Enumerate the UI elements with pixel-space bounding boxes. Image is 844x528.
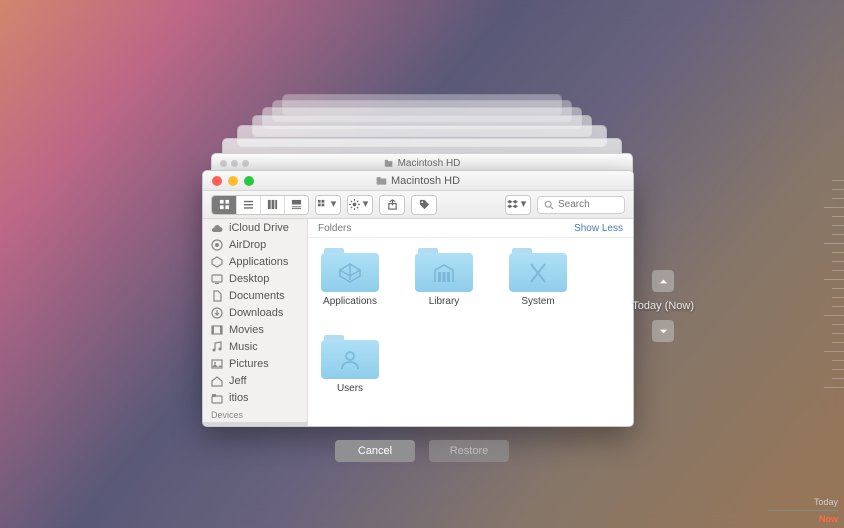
background-window-title: Macintosh HD: [398, 158, 461, 169]
view-icon-button[interactable]: [212, 196, 236, 214]
sidebar-item-label: AirDrop: [229, 239, 266, 251]
sidebar-item[interactable]: Downloads: [203, 304, 307, 321]
desktop-icon: [211, 273, 223, 285]
timeline-corner: Today Now: [768, 497, 838, 524]
folder-label: Library: [429, 296, 460, 307]
timeline-label: Today (Now): [632, 300, 694, 312]
sidebar-item-label: Applications: [229, 256, 288, 268]
sidebar-device-item[interactable]: Macintosh HD: [203, 422, 307, 426]
home-icon: [211, 375, 223, 387]
sidebar-item-label: Documents: [229, 290, 285, 302]
search-input[interactable]: [558, 199, 618, 210]
view-mode-segment: [211, 195, 309, 215]
pictures-icon: [211, 358, 223, 370]
view-coverflow-button[interactable]: [284, 196, 308, 214]
doc-icon: [211, 290, 223, 302]
sidebar-item-label: Pictures: [229, 358, 269, 370]
close-button[interactable]: [212, 176, 222, 186]
sidebar-item-label: Jeff: [229, 375, 247, 387]
view-list-button[interactable]: [236, 196, 260, 214]
cancel-button[interactable]: Cancel: [335, 440, 415, 462]
apps-icon: [211, 256, 223, 268]
folder-label: Applications: [323, 296, 377, 307]
folder-icon: [211, 392, 223, 404]
tag-icon: [419, 199, 430, 210]
action-segment: ▾: [347, 195, 373, 215]
restore-button: Restore: [429, 440, 509, 462]
tags-segment: [411, 195, 437, 215]
folder-label: Users: [337, 383, 363, 394]
download-icon: [211, 307, 223, 319]
hdd-icon: [211, 425, 223, 427]
sidebar-item-label: Downloads: [229, 307, 283, 319]
share-button[interactable]: [380, 196, 404, 214]
dropbox-icon: [507, 199, 518, 210]
sidebar-item-label: Movies: [229, 324, 264, 336]
finder-window: Macintosh HD ▾ ▾ ▾: [202, 170, 634, 427]
share-icon: [387, 199, 398, 210]
minimize-button[interactable]: [228, 176, 238, 186]
sidebar-devices-header: Devices: [203, 406, 307, 422]
sidebar-item[interactable]: Applications: [203, 253, 307, 270]
dropbox-segment: ▾: [505, 195, 531, 215]
sidebar-item[interactable]: Jeff: [203, 372, 307, 389]
search-icon: [544, 200, 554, 210]
show-less-link[interactable]: Show Less: [574, 223, 623, 234]
toolbar: ▾ ▾ ▾: [203, 191, 633, 219]
folder-icon: [321, 248, 379, 292]
airdrop-icon: [211, 239, 223, 251]
sidebar-item-label: iCloud Drive: [229, 222, 289, 234]
sidebar-item[interactable]: Pictures: [203, 355, 307, 372]
timeline-today-label: Today: [768, 497, 838, 507]
folder-item[interactable]: System: [506, 248, 570, 307]
tags-button[interactable]: [412, 196, 436, 214]
folder-icon: [376, 175, 387, 186]
timeline-now-label: Now: [768, 514, 838, 524]
timeline-up-button[interactable]: [652, 270, 674, 292]
sidebar-item[interactable]: Documents: [203, 287, 307, 304]
action-button[interactable]: ▾: [348, 196, 372, 214]
timeline-controls: Today (Now): [632, 270, 694, 342]
cloud-icon: [211, 222, 223, 234]
dropbox-button[interactable]: ▾: [506, 196, 530, 214]
movie-icon: [211, 324, 223, 336]
sidebar-item-label: Music: [229, 341, 258, 353]
timeline-ruler: [818, 180, 844, 388]
folder-icon: [509, 248, 567, 292]
folder-grid: Applications Library System Users: [308, 238, 633, 404]
sidebar: iCloud Drive AirDrop Applications Desktop Do…: [203, 219, 308, 426]
content-area: Folders Show Less Applications Library Sys…: [308, 219, 633, 426]
time-machine-footer: Cancel Restore: [335, 440, 509, 462]
folder-icon: [415, 248, 473, 292]
sidebar-item[interactable]: itios: [203, 389, 307, 406]
sidebar-item-label: Macintosh HD: [229, 425, 298, 427]
titlebar: Macintosh HD: [203, 171, 633, 191]
zoom-button[interactable]: [244, 176, 254, 186]
view-column-button[interactable]: [260, 196, 284, 214]
folder-item[interactable]: Library: [412, 248, 476, 307]
sidebar-item[interactable]: iCloud Drive: [203, 219, 307, 236]
folder-item[interactable]: Applications: [318, 248, 382, 307]
timeline-down-button[interactable]: [652, 320, 674, 342]
sidebar-item[interactable]: AirDrop: [203, 236, 307, 253]
folder-label: System: [521, 296, 554, 307]
music-icon: [211, 341, 223, 353]
search-field[interactable]: [537, 196, 625, 214]
share-segment: [379, 195, 405, 215]
sidebar-item[interactable]: Movies: [203, 321, 307, 338]
sidebar-item-label: itios: [229, 392, 249, 404]
folders-heading: Folders: [318, 223, 351, 234]
sidebar-item[interactable]: Desktop: [203, 270, 307, 287]
folder-item[interactable]: Users: [318, 335, 382, 394]
folder-icon: [321, 335, 379, 379]
sidebar-item[interactable]: Music: [203, 338, 307, 355]
arrange-segment: ▾: [315, 195, 341, 215]
sidebar-item-label: Desktop: [229, 273, 269, 285]
arrange-button[interactable]: ▾: [316, 196, 340, 214]
gear-icon: [349, 199, 360, 210]
window-title: Macintosh HD: [391, 175, 460, 187]
